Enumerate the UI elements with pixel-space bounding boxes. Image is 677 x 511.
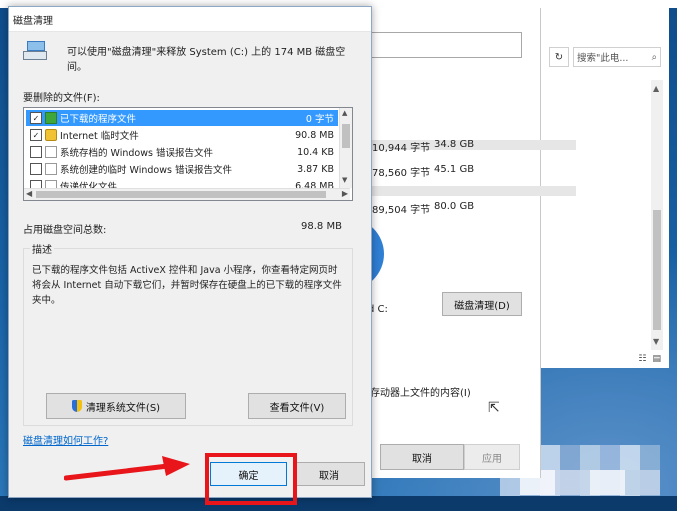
divider-bar bbox=[370, 186, 576, 196]
disk-cleanup-button[interactable]: 磁盘清理(D) bbox=[442, 292, 522, 316]
search-placeholder: 搜索"此电... bbox=[577, 53, 629, 64]
used-bytes: 10,944 字节 bbox=[372, 143, 431, 154]
scroll-thumb[interactable] bbox=[342, 124, 350, 148]
file-name: 系统创建的临时 Windows 错误报告文件 bbox=[60, 165, 232, 176]
arrow-head bbox=[162, 456, 190, 476]
drive-name-field[interactable] bbox=[370, 32, 522, 58]
description-group: 描述 已下载的程序文件包括 ActiveX 控件和 Java 小程序，你查看特定… bbox=[23, 241, 353, 426]
arrow-shaft bbox=[64, 463, 171, 481]
capacity-size: 80.0 GB bbox=[434, 201, 475, 212]
file-size: 10.4 KB bbox=[297, 146, 334, 158]
dialog-titlebar[interactable]: 磁盘清理 bbox=[9, 7, 371, 32]
file-icon bbox=[45, 163, 57, 175]
free-space-row: 78,560 字节 45.1 GB bbox=[372, 164, 474, 179]
view-toggle: ☷ ▤ bbox=[638, 354, 661, 364]
capacity-bytes: 89,504 字节 bbox=[372, 205, 431, 216]
file-row[interactable]: ✓ Internet 临时文件 90.8 MB bbox=[26, 127, 338, 143]
capacity-row: 89,504 字节 80.0 GB bbox=[372, 201, 474, 216]
scroll-down-icon[interactable]: ▼ bbox=[653, 337, 659, 346]
file-row[interactable]: 系统创建的临时 Windows 错误报告文件 3.87 KB bbox=[26, 161, 338, 177]
file-name: 系统存档的 Windows 错误报告文件 bbox=[60, 148, 213, 159]
explorer-address-row: ↻ 搜索"此电... ⌕ bbox=[549, 46, 661, 68]
file-row[interactable]: ✓ 已下载的程序文件 0 字节 bbox=[26, 110, 338, 126]
checkbox-unchecked[interactable] bbox=[30, 163, 42, 175]
uac-shield-icon bbox=[71, 400, 82, 412]
properties-cancel-button[interactable]: 取消 bbox=[380, 444, 464, 470]
checkbox-checked[interactable]: ✓ bbox=[30, 112, 42, 124]
scroll-thumb[interactable] bbox=[653, 210, 661, 330]
scroll-up-icon[interactable]: ▲ bbox=[653, 84, 659, 93]
file-name: Internet 临时文件 bbox=[60, 131, 139, 142]
free-bytes: 78,560 字节 bbox=[372, 168, 431, 179]
free-size: 45.1 GB bbox=[434, 164, 475, 175]
explorer-scrollbar[interactable]: ▲ ▼ bbox=[651, 80, 663, 350]
file-row[interactable]: 系统存档的 Windows 错误报告文件 10.4 KB bbox=[26, 144, 338, 160]
description-title: 描述 bbox=[30, 241, 54, 256]
clean-system-files-label: 清理系统文件(S) bbox=[85, 402, 161, 414]
apply-button[interactable]: 应用 bbox=[464, 444, 520, 470]
mosaic-blur-2 bbox=[520, 470, 660, 495]
file-size: 3.87 KB bbox=[297, 163, 334, 175]
files-vertical-scrollbar[interactable]: ▲ ▼ bbox=[339, 108, 352, 188]
tiles-view-icon[interactable]: ▤ bbox=[652, 354, 661, 364]
scroll-left-icon[interactable]: ◀ bbox=[26, 189, 32, 198]
checkbox-unchecked[interactable] bbox=[30, 146, 42, 158]
search-icon: ⌕ bbox=[651, 51, 657, 63]
checkbox-checked[interactable]: ✓ bbox=[30, 129, 42, 141]
details-view-icon[interactable]: ☷ bbox=[638, 354, 646, 364]
scroll-right-icon[interactable]: ▶ bbox=[342, 189, 348, 198]
view-files-button[interactable]: 查看文件(V) bbox=[248, 393, 346, 419]
ok-highlight-box bbox=[205, 453, 297, 505]
total-space-label: 占用磁盘空间总数: bbox=[23, 225, 107, 236]
used-space-row: 10,944 字节 34.8 GB bbox=[372, 139, 474, 154]
program-files-icon bbox=[45, 112, 57, 124]
drive-cleanup-icon bbox=[23, 41, 47, 61]
taskbar bbox=[0, 496, 677, 511]
drive-properties-window: 10,944 字节 34.8 GB 78,560 字节 45.1 GB 89,5… bbox=[348, 8, 576, 478]
help-link[interactable]: 磁盘清理如何工作? bbox=[23, 432, 108, 447]
description-text: 已下载的程序文件包括 ActiveX 控件和 Java 小程序，你查看特定网页时… bbox=[32, 265, 342, 306]
disk-cleanup-dialog: 磁盘清理 可以使用"磁盘清理"来释放 System (C:) 上的 174 MB… bbox=[8, 6, 372, 505]
file-icon bbox=[45, 146, 57, 158]
files-list: ✓ 已下载的程序文件 0 字节 ✓ Internet 临时文件 90.8 MB … bbox=[23, 107, 353, 201]
files-label: 要删除的文件(F): bbox=[23, 93, 100, 104]
scroll-down-icon[interactable]: ▼ bbox=[342, 176, 347, 184]
scroll-thumb[interactable] bbox=[36, 191, 326, 198]
files-horizontal-scrollbar[interactable]: ◀ ▶ bbox=[24, 188, 350, 200]
dialog-title: 磁盘清理 bbox=[13, 16, 53, 27]
lock-icon bbox=[45, 129, 57, 141]
clean-system-files-button[interactable]: 清理系统文件(S) bbox=[46, 393, 186, 419]
scroll-up-icon[interactable]: ▲ bbox=[342, 109, 347, 117]
red-arrow-annotation bbox=[64, 456, 190, 481]
refresh-icon[interactable]: ↻ bbox=[549, 47, 569, 67]
total-space-value: 98.8 MB bbox=[301, 221, 342, 232]
mouse-cursor-icon: ⇱ bbox=[488, 400, 500, 416]
search-input[interactable]: 搜索"此电... ⌕ bbox=[573, 47, 661, 67]
file-size: 0 字节 bbox=[305, 114, 334, 125]
cancel-button[interactable]: 取消 bbox=[293, 462, 365, 486]
intro-text: 可以使用"磁盘清理"来释放 System (C:) 上的 174 MB 磁盘空间… bbox=[67, 47, 346, 73]
file-size: 90.8 MB bbox=[295, 129, 334, 141]
used-size: 34.8 GB bbox=[434, 139, 475, 150]
file-name: 已下载的程序文件 bbox=[60, 114, 137, 125]
index-checkbox-label[interactable]: 存动器上文件的内容(I) bbox=[370, 384, 471, 399]
